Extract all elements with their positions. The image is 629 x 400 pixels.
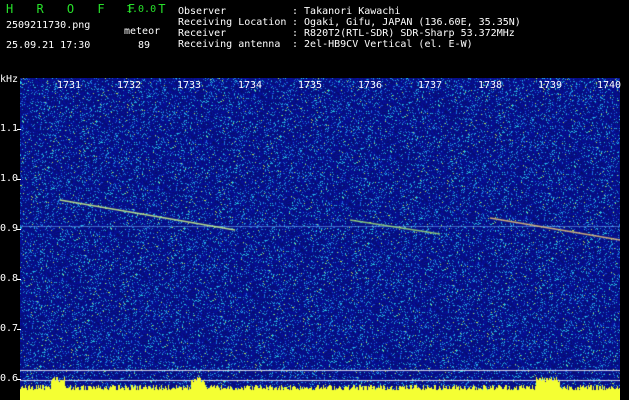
info-value-observer: : Takanori Kawachi (292, 6, 401, 17)
info-label-location: Receiving Location (178, 17, 287, 28)
event-count: 89 (138, 40, 151, 51)
info-value-receiver: : R820T2(RTL-SDR) SDR-Sharp 53.372MHz (292, 28, 515, 39)
info-value-location: : Ogaki, Gifu, JAPAN (136.60E, 35.35N) (292, 17, 521, 28)
x-tick-label: 1740 (596, 80, 622, 91)
y-tick-mark (17, 179, 21, 180)
header: H R O F F T 1.0.0 2509211730.png meteor … (0, 0, 629, 72)
info-label-receiver: Receiver (178, 28, 227, 39)
x-tick-label: 1734 (237, 80, 263, 91)
y-tick-mark (17, 329, 21, 330)
y-axis-unit: kHz (0, 74, 19, 85)
info-value-antenna: : 2el-HB9CV Vertical (el. E-W) (292, 39, 473, 50)
x-tick-label: 1733 (176, 80, 202, 91)
y-tick-mark (17, 279, 21, 280)
x-tick-label: 1731 (56, 80, 82, 91)
x-tick-label: 1735 (297, 80, 323, 91)
y-tick-mark (17, 379, 21, 380)
x-tick-label: 1732 (116, 80, 142, 91)
datetime: 25.09.21 17:30 (6, 40, 91, 51)
info-label-antenna: Receiving antenna (178, 39, 281, 50)
filename: 2509211730.png (6, 20, 91, 31)
x-tick-label: 1739 (537, 80, 563, 91)
x-tick-label: 1737 (417, 80, 443, 91)
x-tick-label: 1736 (357, 80, 383, 91)
mode-label: meteor (124, 26, 161, 37)
info-label-observer: Observer (178, 6, 227, 17)
spectrogram (20, 78, 620, 400)
y-tick-mark (17, 129, 21, 130)
app-version: 1.0.0 (126, 4, 157, 15)
x-tick-label: 1738 (477, 80, 503, 91)
y-tick-mark (17, 229, 21, 230)
